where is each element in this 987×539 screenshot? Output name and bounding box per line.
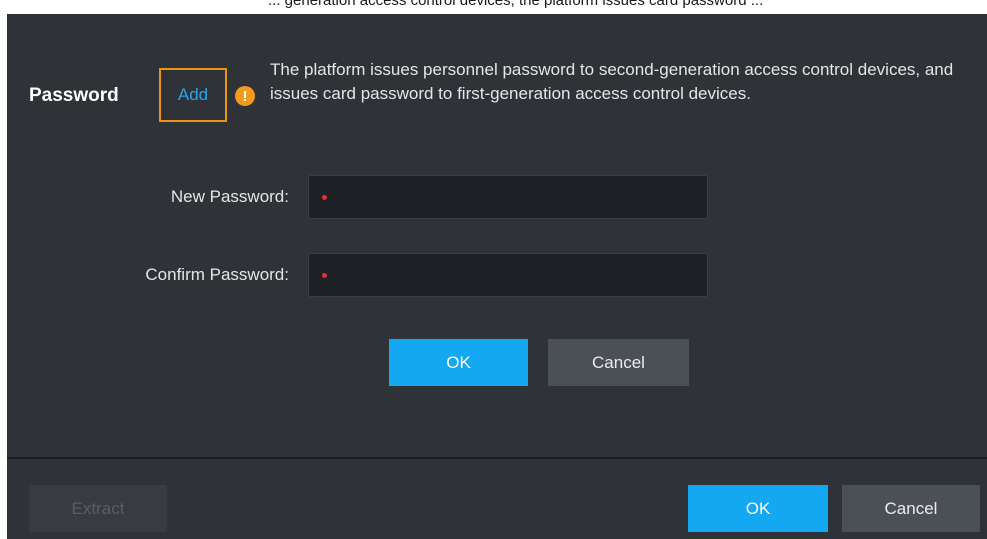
password-info-text: The platform issues personnel password t… [270, 60, 954, 103]
footer-cancel-button[interactable]: Cancel [842, 485, 980, 532]
form-ok-button[interactable]: OK [389, 339, 528, 386]
required-indicator [322, 195, 327, 200]
top-text-fragment: ... generation access control devices; t… [268, 0, 763, 8]
extract-button[interactable]: Extract [29, 485, 167, 532]
add-password-link[interactable]: Add [159, 68, 227, 122]
password-title: Password [29, 85, 119, 106]
new-password-input[interactable] [308, 175, 708, 219]
footer-ok-button[interactable]: OK [688, 485, 828, 532]
exclamation-icon: ! [235, 86, 255, 106]
confirm-password-input[interactable] [308, 253, 708, 297]
new-password-label: New Password: [170, 187, 289, 206]
required-indicator [322, 273, 327, 278]
top-bar: ... generation access control devices; t… [0, 0, 987, 14]
form-cancel-button[interactable]: Cancel [548, 339, 689, 386]
confirm-password-label: Confirm Password: [145, 265, 289, 284]
footer-divider [7, 457, 987, 459]
